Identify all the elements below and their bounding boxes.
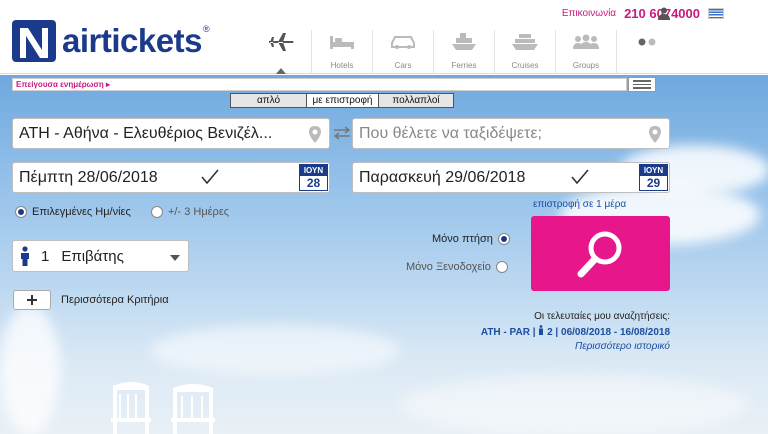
return-date-input[interactable]: Παρασκευή 29/06/2018 ΙΟΥΝ 29 — [352, 162, 670, 193]
logo-registered: ® — [202, 24, 210, 34]
search-button[interactable] — [531, 216, 670, 291]
passengers-label: Επιβάτης — [61, 247, 124, 265]
menu-line — [633, 83, 651, 86]
logo-mark-icon — [12, 20, 56, 62]
nav-hotels[interactable]: Hotels — [311, 30, 372, 74]
passengers-select[interactable]: 1 Επιβάτης — [12, 240, 189, 272]
radio-dot[interactable] — [495, 261, 508, 273]
depart-calendar-icon[interactable]: ΙΟΥΝ 28 — [299, 164, 328, 191]
site-header: airtickets ® Επικοινωνία 210 6074000 Hot… — [0, 0, 768, 74]
menu-line — [633, 80, 651, 82]
to-airport-input[interactable]: Που θέλετε να ταξιδέψετε; — [352, 118, 670, 149]
nav-cruises[interactable]: Cruises — [494, 30, 555, 74]
trip-type-tabs: απλό με επιστροφή πολλαπλοί — [230, 93, 454, 108]
person-icon — [539, 325, 544, 335]
urgent-notice-label: Επείγουσα ενημέρωση ▸ — [16, 80, 111, 89]
calendar-month: ΙΟΥΝ — [640, 165, 667, 176]
return-duration-note: επιστροφή σε 1 μέρα — [533, 199, 627, 210]
tab-multi-city[interactable]: πολλαπλοί — [378, 94, 453, 107]
nav-ferries[interactable]: Ferries — [433, 30, 494, 74]
recent-route: ATH - PAR — [480, 327, 530, 338]
radio-label: Μόνο πτήση — [432, 233, 493, 245]
ferry-icon — [452, 33, 476, 50]
location-pin-icon[interactable] — [309, 126, 321, 143]
return-date-value: Παρασκευή 29/06/2018 — [359, 168, 526, 186]
check-icon — [571, 169, 589, 185]
calendar-month: ΙΟΥΝ — [300, 165, 327, 176]
expand-button[interactable] — [13, 290, 51, 310]
radio-dot[interactable] — [151, 206, 163, 218]
menu-line — [633, 87, 651, 89]
check-icon — [201, 169, 219, 185]
airtickets-logo[interactable]: airtickets ® — [12, 20, 210, 62]
radio-selected-dates[interactable]: Επιλεγμένες Ημ/νίες — [15, 206, 131, 218]
nav-active-caret — [276, 68, 286, 74]
radio-label: +/- 3 Ημέρες — [168, 206, 230, 218]
nav-label: Ferries — [451, 61, 477, 70]
user-account-icon[interactable] — [658, 7, 670, 20]
depart-date-input[interactable]: Πέμπτη 28/06/2018 ΙΟΥΝ 28 — [12, 162, 330, 193]
person-icon — [21, 246, 29, 266]
nav-label: Cars — [394, 61, 412, 70]
search-icon — [577, 231, 621, 277]
radio-label: Επιλεγμένες Ημ/νίες — [32, 206, 131, 218]
menu-button[interactable] — [628, 77, 656, 92]
recent-searches-heading: Οι τελευταίες μου αναζητήσεις: — [534, 311, 670, 322]
nav-cars[interactable]: Cars — [372, 30, 433, 74]
passengers-count: 1 — [41, 247, 50, 265]
plus-icon — [27, 295, 37, 305]
recent-pax: 2 — [547, 327, 553, 338]
nav-more[interactable] — [616, 30, 677, 74]
more-history-link[interactable]: Περισσότερο ιστορικό — [481, 341, 670, 352]
radio-label: Μόνο Ξενοδοχείο — [406, 261, 491, 273]
return-calendar-icon[interactable]: ΙΟΥΝ 29 — [639, 164, 668, 191]
logo-text: airtickets — [62, 22, 202, 59]
recent-searches: Οι τελευταίες μου αναζητήσεις: ATH - PAR… — [481, 311, 670, 352]
from-airport-input[interactable]: ΑΤΗ - Αθήνα - Ελευθέριος Βενιζέλ... — [12, 118, 330, 149]
location-pin-icon[interactable] — [649, 126, 661, 143]
swap-arrows-icon[interactable] — [333, 126, 351, 140]
recent-dates: 06/08/2018 - 16/08/2018 — [561, 327, 670, 338]
product-nav: Hotels Cars Ferries Cruises Groups — [250, 30, 677, 74]
urgent-notice-bar[interactable]: Επείγουσα ενημέρωση ▸ — [12, 78, 627, 91]
tab-round-trip[interactable]: με επιστροφή — [306, 94, 378, 107]
separator: | — [555, 327, 559, 338]
from-airport-value: ΑΤΗ - Αθήνα - Ελευθέριος Βενιζέλ... — [19, 124, 273, 142]
tab-one-way[interactable]: απλό — [231, 94, 306, 107]
group-icon — [573, 34, 599, 49]
radio-dot[interactable] — [497, 233, 510, 245]
radio-flexible-dates[interactable]: +/- 3 Ημέρες — [151, 206, 229, 218]
radio-flight-only[interactable]: Μόνο πτήση — [432, 233, 510, 245]
radio-dot[interactable] — [15, 206, 27, 218]
radio-hotel-only[interactable]: Μόνο Ξενοδοχείο — [406, 261, 508, 273]
contact-info: Επικοινωνία 210 6074000 — [562, 6, 724, 21]
more-criteria[interactable]: Περισσότερα Κριτήρια — [13, 290, 169, 310]
recent-search-item[interactable]: ATH - PAR | 2 | 06/08/2018 - 16/08/2018 — [481, 325, 670, 338]
depart-date-value: Πέμπτη 28/06/2018 — [19, 168, 158, 186]
greek-flag-icon[interactable] — [708, 8, 724, 19]
cruise-ship-icon — [512, 34, 538, 50]
bed-icon — [330, 36, 354, 49]
more-criteria-label: Περισσότερα Κριτήρια — [61, 294, 169, 306]
nav-label: Cruises — [511, 61, 539, 70]
chevron-down-icon — [170, 255, 180, 261]
nav-groups[interactable]: Groups — [555, 30, 616, 74]
calendar-day: 29 — [646, 176, 661, 190]
calendar-day: 28 — [306, 176, 321, 190]
nav-flights[interactable] — [250, 30, 311, 74]
chairs-decoration — [111, 382, 215, 434]
plane-icon — [268, 33, 293, 51]
more-dots-icon — [638, 38, 656, 46]
contact-label[interactable]: Επικοινωνία — [562, 8, 616, 19]
car-icon — [391, 36, 415, 49]
separator: | — [532, 327, 536, 338]
nav-label: Groups — [572, 61, 600, 70]
to-airport-placeholder: Που θέλετε να ταξιδέψετε; — [359, 124, 542, 142]
nav-label: Hotels — [330, 61, 354, 70]
